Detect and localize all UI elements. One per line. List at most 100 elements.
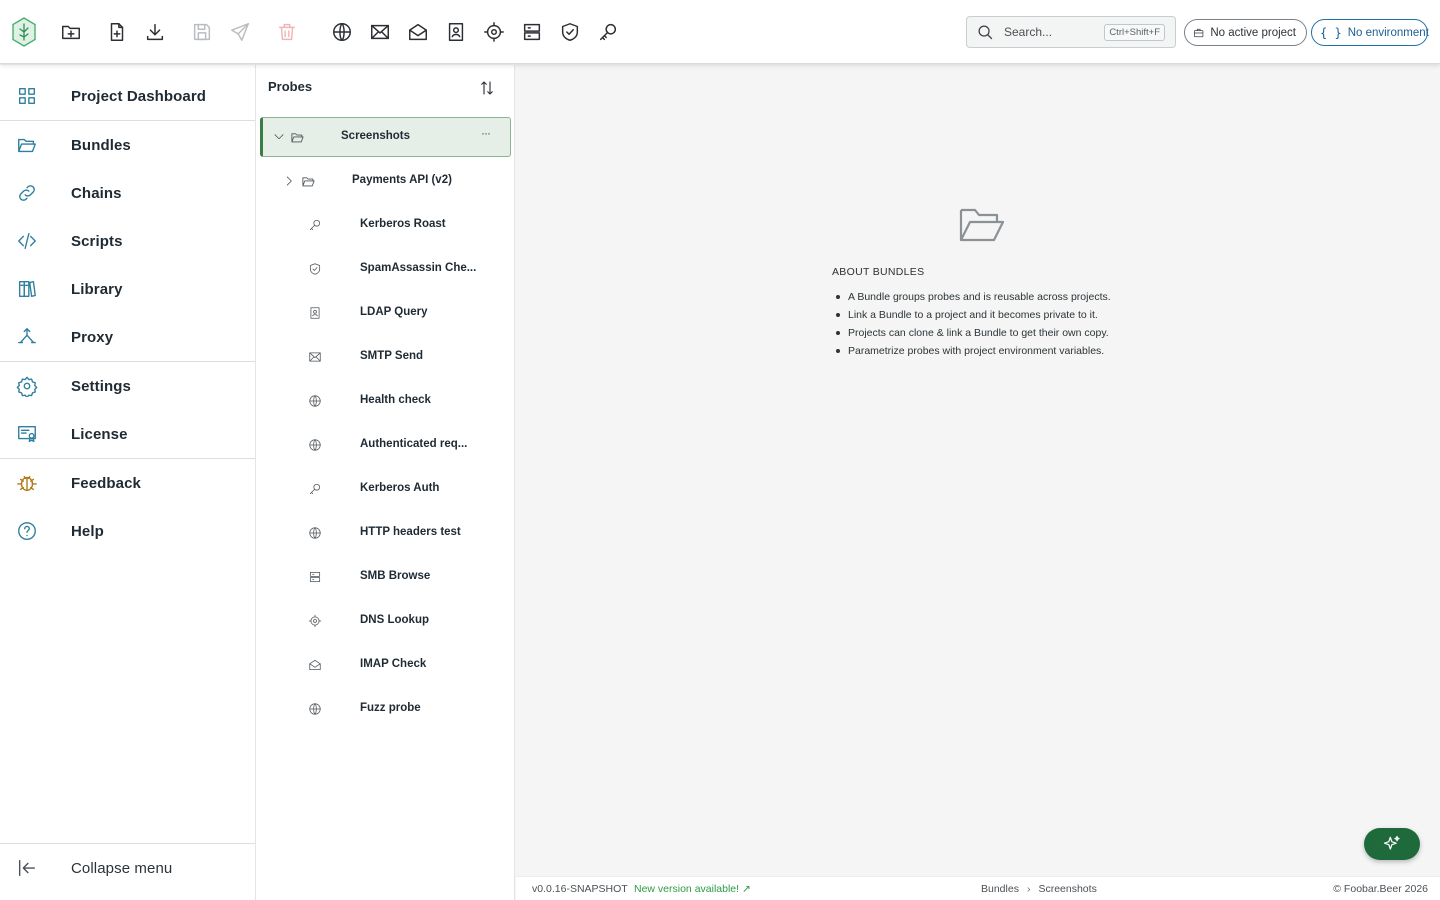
sidebar-item-project-dashboard[interactable]: Project Dashboard (0, 72, 255, 120)
folder-more-menu[interactable]: ··· (481, 126, 491, 140)
sidebar-item-chains[interactable]: Chains (0, 169, 255, 217)
sidebar-item-label: Scripts (71, 232, 123, 250)
probe-label: SMB Browse (360, 570, 431, 582)
sidebar-item-proxy[interactable]: Proxy (0, 313, 255, 361)
sidebar-item-feedback[interactable]: Feedback (0, 459, 255, 507)
bug-icon (16, 472, 38, 494)
globe-icon (308, 438, 322, 452)
globe-icon (308, 394, 322, 408)
shield-check-icon[interactable] (556, 18, 584, 46)
probe-item[interactable]: Health check (260, 381, 511, 421)
probes-panel-title: Probes (268, 79, 313, 94)
server-icon (308, 570, 322, 584)
probe-item[interactable]: Authenticated req... (260, 425, 511, 465)
active-project-pill[interactable]: No active project (1184, 19, 1307, 46)
probe-label: DNS Lookup (360, 614, 429, 626)
collapse-menu-label: Collapse menu (71, 859, 173, 877)
folder-open-icon (958, 205, 1006, 245)
new-version-link[interactable]: New version available! ↗ (634, 883, 751, 895)
tree-folder-label: Payments API (v2) (352, 174, 452, 186)
globe-icon[interactable] (328, 18, 356, 46)
app-version: v0.0.16-SNAPSHOT (532, 883, 628, 895)
probes-panel: Probes Screenshots ··· Payments API (v2)… (256, 65, 515, 900)
sidebar-item-label: Help (71, 522, 104, 540)
new-folder-icon[interactable] (57, 18, 85, 46)
crosshair-icon[interactable] (480, 18, 508, 46)
probe-label: Authenticated req... (360, 438, 468, 450)
sidebar-item-label: Feedback (71, 474, 141, 492)
search-input[interactable] (1004, 25, 1104, 39)
crosshair-icon (308, 614, 322, 628)
probe-label: Health check (360, 394, 431, 406)
app-logo-icon (10, 16, 38, 48)
probe-item[interactable]: LDAP Query (260, 293, 511, 333)
braces-icon: { } (1320, 25, 1342, 40)
grid-icon (16, 85, 38, 107)
sidebar-item-bundles[interactable]: Bundles (0, 121, 255, 169)
sidebar-item-label: Project Dashboard (71, 87, 207, 105)
probe-item[interactable]: IMAP Check (260, 645, 511, 685)
chevron-right-icon[interactable] (282, 174, 296, 188)
new-file-icon[interactable] (103, 18, 131, 46)
sidebar-item-label: License (71, 425, 128, 443)
tree-folder-label: Screenshots (341, 130, 411, 142)
active-project-label: No active project (1210, 26, 1296, 39)
about-bundles-list: A Bundle groups probes and is reusable a… (832, 290, 1111, 362)
send-icon[interactable] (226, 18, 254, 46)
mail-open-icon[interactable] (404, 18, 432, 46)
search-icon (978, 24, 993, 39)
globe-icon (308, 702, 322, 716)
mail-open-icon (308, 658, 322, 672)
sidebar-item-help[interactable]: Help (0, 507, 255, 555)
address-book-icon[interactable] (442, 18, 470, 46)
split-arrows-icon (16, 326, 38, 348)
probe-label: SpamAssassin Che... (360, 262, 477, 274)
main-content: ABOUT BUNDLES A Bundle groups probes and… (516, 65, 1440, 875)
ai-assistant-button[interactable] (1364, 828, 1420, 860)
environment-pill[interactable]: { } No environment (1311, 19, 1429, 46)
chevron-right-icon: › (1026, 883, 1031, 895)
key-icon[interactable] (594, 18, 622, 46)
probe-item[interactable]: Kerberos Auth (260, 469, 511, 509)
probe-item[interactable]: Kerberos Roast (260, 205, 511, 245)
sidebar-item-scripts[interactable]: Scripts (0, 217, 255, 265)
sidebar-item-settings[interactable]: Settings (0, 362, 255, 410)
sidebar-item-label: Proxy (71, 328, 114, 346)
delete-icon[interactable] (273, 18, 301, 46)
download-icon[interactable] (141, 18, 169, 46)
about-bundles-title: ABOUT BUNDLES (832, 266, 925, 278)
sidebar-item-license[interactable]: License (0, 410, 255, 458)
sidebar: Project Dashboard Bundles Chains Scripts… (0, 65, 256, 900)
probe-item[interactable]: HTTP headers test (260, 513, 511, 553)
breadcrumb-item: Screenshots (1038, 883, 1097, 895)
search-shortcut-hint: Ctrl+Shift+F (1104, 23, 1165, 41)
server-icon[interactable] (518, 18, 546, 46)
mail-icon[interactable] (366, 18, 394, 46)
chevron-down-icon[interactable] (272, 130, 286, 144)
probe-label: Kerberos Auth (360, 482, 440, 494)
probe-item[interactable]: DNS Lookup (260, 601, 511, 641)
certificate-icon (16, 423, 38, 445)
tree-folder-screenshots[interactable]: Screenshots ··· (260, 117, 511, 157)
probe-item[interactable]: SMB Browse (260, 557, 511, 597)
about-bundles-point: Projects can clone & link a Bundle to ge… (832, 326, 1111, 344)
help-circle-icon (16, 520, 38, 542)
collapse-menu-button[interactable]: Collapse menu (0, 844, 255, 892)
tree-folder-payments-api[interactable]: Payments API (v2) (260, 161, 511, 201)
probe-label: LDAP Query (360, 306, 428, 318)
link-icon (16, 182, 38, 204)
folder-open-icon (290, 130, 305, 145)
code-icon (16, 230, 38, 252)
sidebar-item-library[interactable]: Library (0, 265, 255, 313)
probe-item[interactable]: SpamAssassin Che... (260, 249, 511, 289)
search-box[interactable]: Ctrl+Shift+F (966, 16, 1176, 48)
shield-check-icon (308, 262, 322, 276)
collapse-left-icon (16, 857, 38, 879)
probe-item[interactable]: SMTP Send (260, 337, 511, 377)
sort-icon[interactable] (478, 79, 496, 97)
save-icon[interactable] (188, 18, 216, 46)
breadcrumb-item[interactable]: Bundles (981, 883, 1019, 895)
probe-item[interactable]: Fuzz probe (260, 689, 511, 729)
probe-label: IMAP Check (360, 658, 427, 670)
folder-open-icon (16, 134, 38, 156)
